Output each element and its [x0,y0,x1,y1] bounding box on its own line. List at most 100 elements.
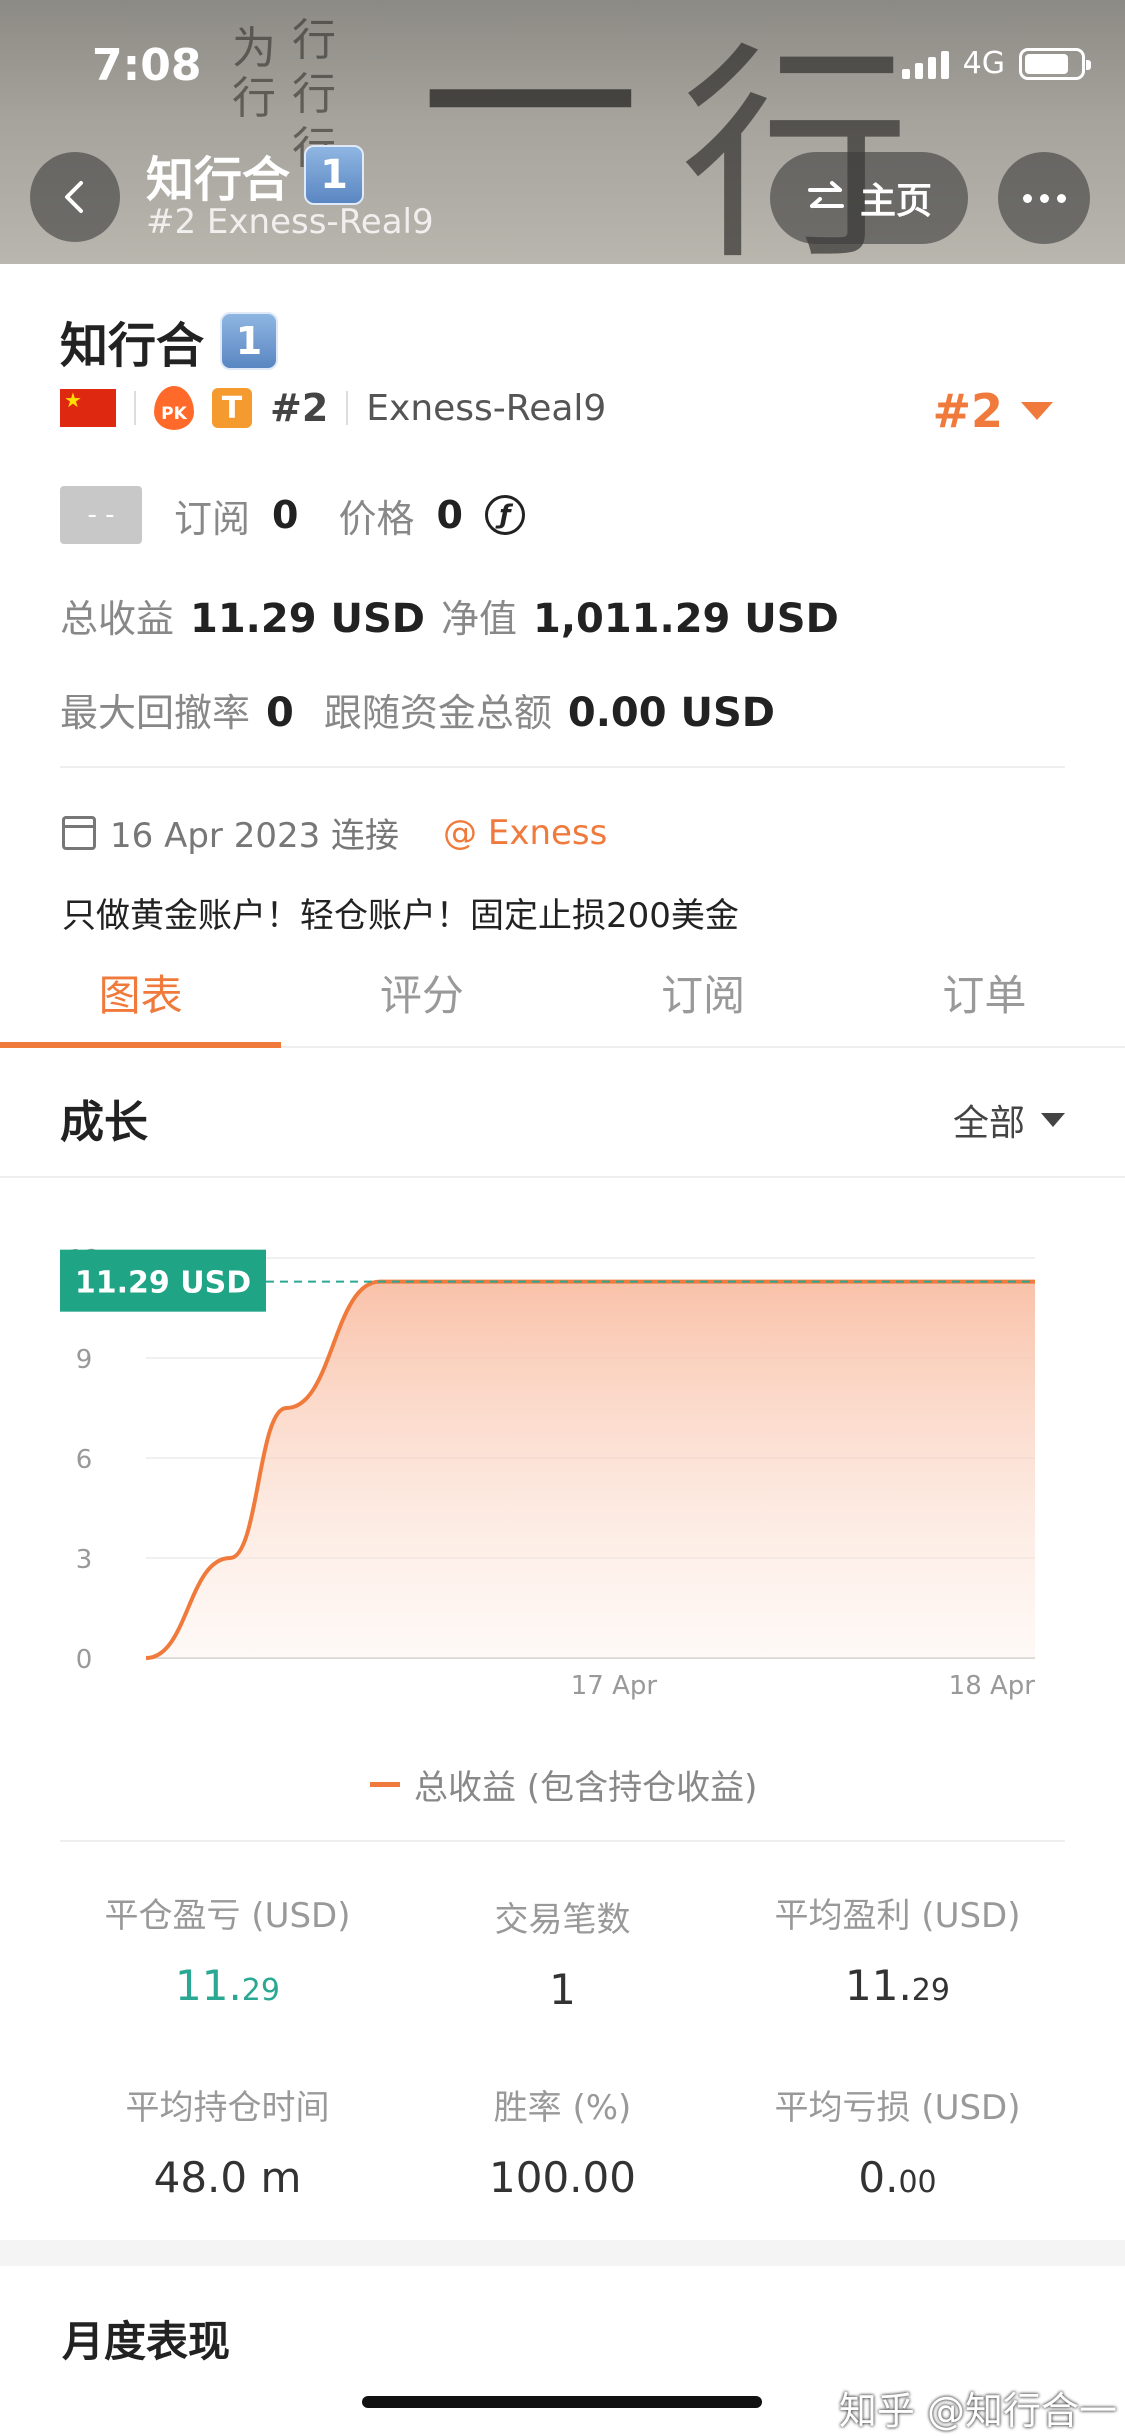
tab-rating[interactable]: 评分 [281,952,562,1046]
rank-dropdown[interactable]: #2 [932,384,1053,438]
summary-cell: 平仓盈亏 (USD) 11.29 [40,1888,415,2010]
description: 只做黄金账户！轻仓账户！固定止损200美金 [62,896,739,936]
summary-label: 平仓盈亏 (USD) [104,1896,351,1936]
home-button[interactable]: 主页 [770,152,968,244]
chart-legend: 总收益 (包含持仓收益) [370,1760,757,1809]
range-filter-label: 全部 [952,1103,1025,1144]
profile-name-row: 知行合 1 [60,306,279,376]
subscribe-button[interactable]: - - [60,486,142,544]
broker-link[interactable]: @ Exness [443,813,607,853]
y-tick-label: 9 [76,1345,93,1375]
summary-cell: 胜率 (%) 100.00 [375,2080,750,2202]
level-badge: 1 [220,312,279,370]
current-value-text: 11.29 USD [75,1266,251,1301]
battery-icon [1019,47,1091,80]
separator [346,391,349,425]
network-type: 4G [962,46,1005,81]
follow-funds-label: 跟随资金总额 [323,691,552,735]
divider [60,766,1065,768]
triangle-down-icon [1021,402,1053,420]
more-button[interactable] [998,152,1090,244]
section-spacer [0,2240,1125,2266]
equity-label: 净值 [440,597,517,641]
summary-value: 1 [549,1965,576,2014]
y-tick-label: 6 [76,1445,93,1475]
level-badge: 1 [304,145,365,205]
status-time: 7:08 [92,40,202,91]
x-tick-label: 18 Apr [949,1671,1036,1701]
max-drawdown-value: 0 [266,690,294,736]
swap-icon [807,181,844,208]
summary-label: 平均亏损 (USD) [774,2088,1021,2128]
calligraphy-char: 行 [232,73,276,124]
equity-value: 1,011.29 USD [532,596,839,642]
summary-cell: 平均盈利 (USD) 11.29 [710,1888,1085,2010]
signal-icon [901,49,949,79]
header-subtitle: #2 Exness-Real9 [146,202,434,242]
divider [0,1176,1125,1178]
tab-subscribe[interactable]: 订阅 [563,952,844,1046]
watermark: 知乎 @知行合一 [838,2389,1117,2433]
profile-name: 知行合 [60,318,205,374]
growth-title: 成长 [60,1097,148,1148]
profit-equity-row: 总收益 11.29 USD 净值 1,011.29 USD [60,588,839,643]
summary-label: 平均盈利 (USD) [774,1896,1021,1936]
price-label: 价格 [338,496,415,541]
coin-icon: ƒ [484,495,525,535]
profile-tags: PK T #2 Exness-Real9 [60,386,606,430]
summary-value: 11.29 [175,1961,280,2010]
server-name: Exness-Real9 [366,387,607,429]
range-filter[interactable]: 全部 [953,1094,1065,1146]
trader-badge[interactable]: T [212,388,252,428]
divider [60,1840,1065,1842]
rank-value: #2 [932,384,1003,438]
meta-row: 16 Apr 2023 连接 @ Exness [62,808,607,857]
summary-label: 胜率 (%) [493,2088,632,2128]
total-profit-label: 总收益 [60,597,175,641]
x-tick-label: 17 Apr [571,1671,658,1701]
summary-cell: 平均亏损 (USD) 0.00 [710,2080,1085,2202]
subscribe-count: 0 [272,493,299,537]
rank-text: #2 [270,386,329,430]
calendar-icon [62,815,96,850]
drawdown-row: 最大回撤率 0 跟随资金总额 0.00 USD [60,682,775,737]
monthly-performance-title: 月度表现 [62,2317,231,2366]
home-indicator [362,2396,762,2408]
summary-label: 平均持仓时间 [125,2088,330,2128]
tab-orders[interactable]: 订单 [844,952,1125,1046]
back-button[interactable] [30,152,120,242]
chevron-left-icon [65,181,83,213]
status-indicators: 4G [901,46,1091,81]
max-drawdown-label: 最大回撤率 [60,691,251,735]
summary-value: 100.00 [489,2153,636,2202]
follow-funds-value: 0.00 USD [567,690,775,736]
tab-bar: 图表 评分 订阅 订单 [0,952,1125,1048]
separator [134,391,136,425]
growth-chart[interactable]: 03691211.29 USD17 Apr18 Apr [0,1180,1125,1780]
china-flag-icon [60,388,116,427]
dot [1022,193,1032,203]
triangle-down-icon [1041,1113,1065,1127]
header-name: 知行合 [146,152,291,208]
summary-value: 11.29 [845,1961,950,2010]
dot [1039,193,1049,203]
area-fill [146,1281,1035,1658]
summary-cell: 交易笔数 1 [375,1892,750,2014]
subscribe-label: 订阅 [174,496,251,541]
connected-date: 16 Apr 2023 连接 [110,816,400,856]
total-profit-value: 11.29 USD [190,596,425,642]
tab-chart[interactable]: 图表 [0,952,282,1048]
pk-fire-badge[interactable]: PK [154,386,194,430]
home-button-label: 主页 [859,181,932,222]
subscription-row: - - 订阅 0 价格 0 ƒ [60,486,525,544]
calligraphy-char: 一 [420,0,641,236]
y-tick-label: 3 [76,1545,93,1575]
legend-label: 总收益 (包含持仓收益) [414,1768,758,1808]
summary-cell: 平均持仓时间 48.0 m [40,2080,415,2202]
dot [1056,193,1066,203]
legend-swatch [370,1782,400,1787]
summary-label: 交易笔数 [494,1900,631,1940]
summary-value: 48.0 m [153,2153,302,2202]
header-title: 知行合 1 [146,140,365,210]
price-value: 0 [436,493,463,537]
